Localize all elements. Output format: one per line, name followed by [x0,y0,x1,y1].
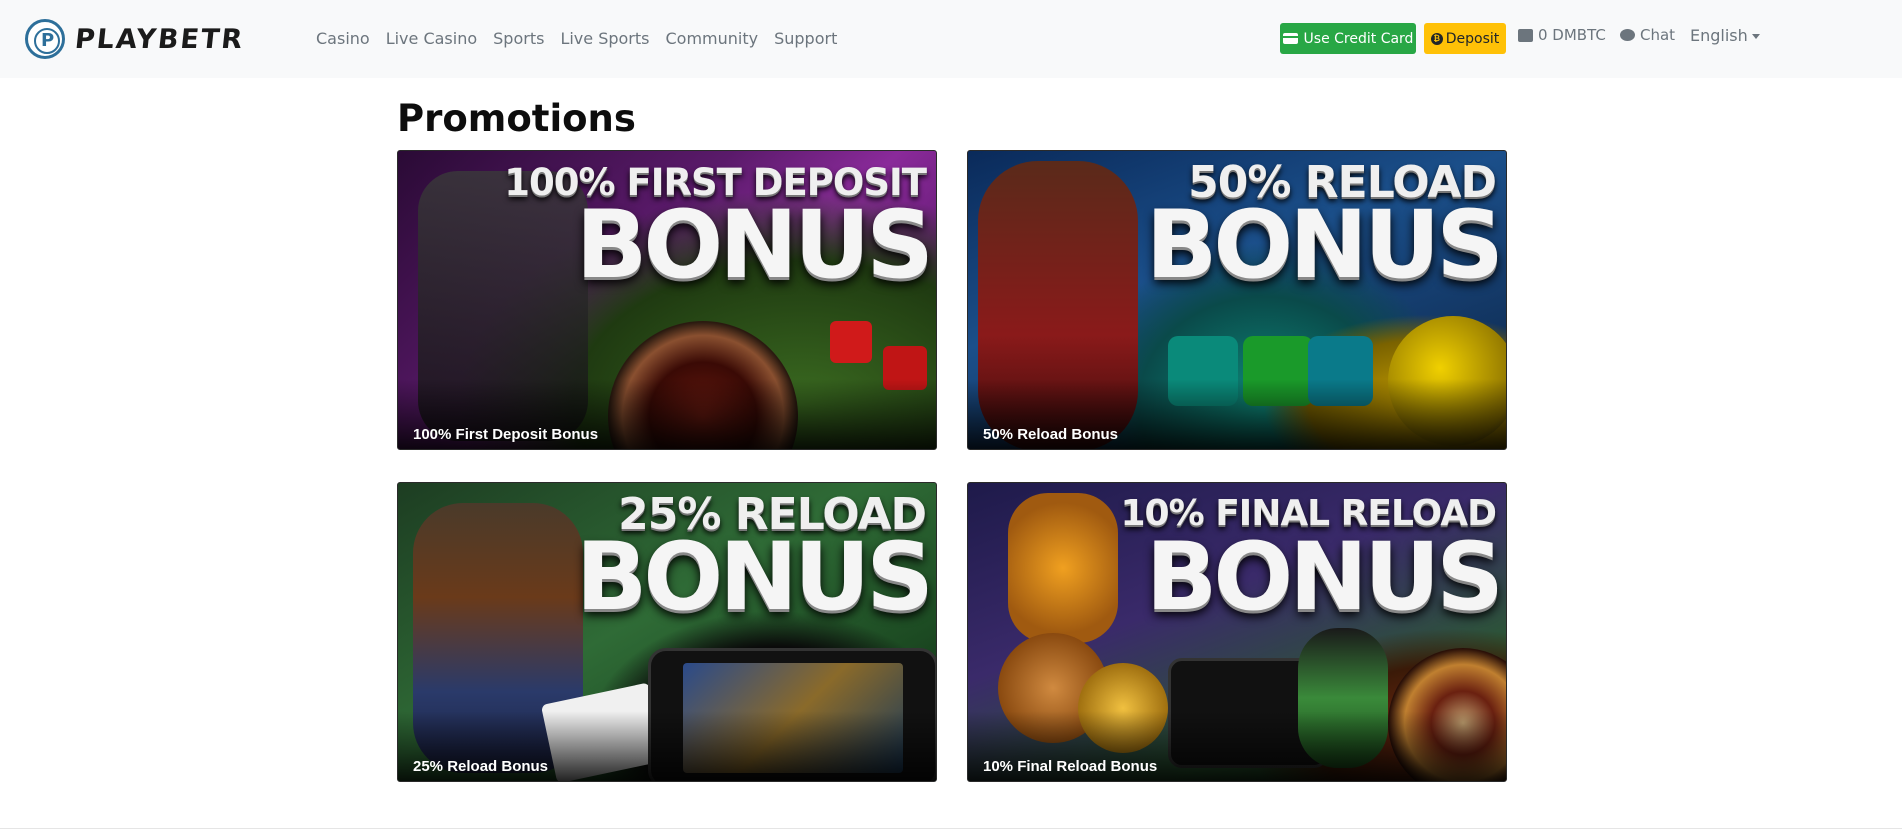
balance-text: 0 DMBTC [1538,26,1606,44]
footer-divider [0,828,1902,829]
promo-headline-big: BONUS [1145,191,1504,300]
nav-casino[interactable]: Casino [308,26,378,52]
promo-label: 100% First Deposit Bonus [413,426,599,443]
logo-icon: P [25,19,65,59]
chat-link[interactable]: Chat [1620,26,1675,44]
language-dropdown[interactable]: English [1690,26,1760,45]
page-title: Promotions [397,97,636,140]
main-nav: Casino Live Casino Sports Live Sports Co… [308,26,845,52]
chat-label: Chat [1640,26,1676,44]
wallet-icon [1518,28,1533,42]
promo-label: 50% Reload Bonus [983,426,1119,443]
credit-card-icon [1282,33,1298,44]
bitcoin-icon: ₿ [1430,32,1443,45]
top-navbar: P PLAYBETR Casino Live Casino Sports Liv… [0,0,1902,78]
nav-live-casino[interactable]: Live Casino [378,26,485,52]
promo-card-first-deposit[interactable]: 100% FIRST DEPOSIT BONUS 100% First Depo… [397,150,937,450]
promo-label: 25% Reload Bonus [413,758,549,775]
promo-headline-big: BONUS [575,523,934,632]
promo-label: 10% Final Reload Bonus [983,758,1158,775]
nav-support[interactable]: Support [766,26,845,52]
language-label: English [1690,26,1748,45]
use-credit-card-label: Use Credit Card [1303,30,1414,47]
nav-community[interactable]: Community [657,26,766,52]
brand-logo[interactable]: P PLAYBETR [25,18,246,60]
promo-card-25-reload[interactable]: 25% RELOAD BONUS 25% Reload Bonus [397,482,937,782]
nav-sports[interactable]: Sports [485,26,552,52]
wallet-balance[interactable]: 0 DMBTC [1518,26,1606,44]
promo-card-50-reload[interactable]: 50% RELOAD BONUS 50% Reload Bonus [967,150,1507,450]
promo-card-10-final-reload[interactable]: 10% FINAL RELOAD BONUS 10% Final Reload … [967,482,1507,782]
promo-headline-big: BONUS [575,191,934,300]
deposit-button[interactable]: ₿ Deposit [1424,23,1506,54]
brand-name: PLAYBETR [73,23,246,55]
use-credit-card-button[interactable]: Use Credit Card [1280,23,1416,54]
nav-live-sports[interactable]: Live Sports [552,26,657,52]
deposit-label: Deposit [1445,30,1500,47]
promo-headline-big: BONUS [1145,523,1504,632]
caret-down-icon [1751,34,1760,39]
chat-icon [1620,29,1635,41]
